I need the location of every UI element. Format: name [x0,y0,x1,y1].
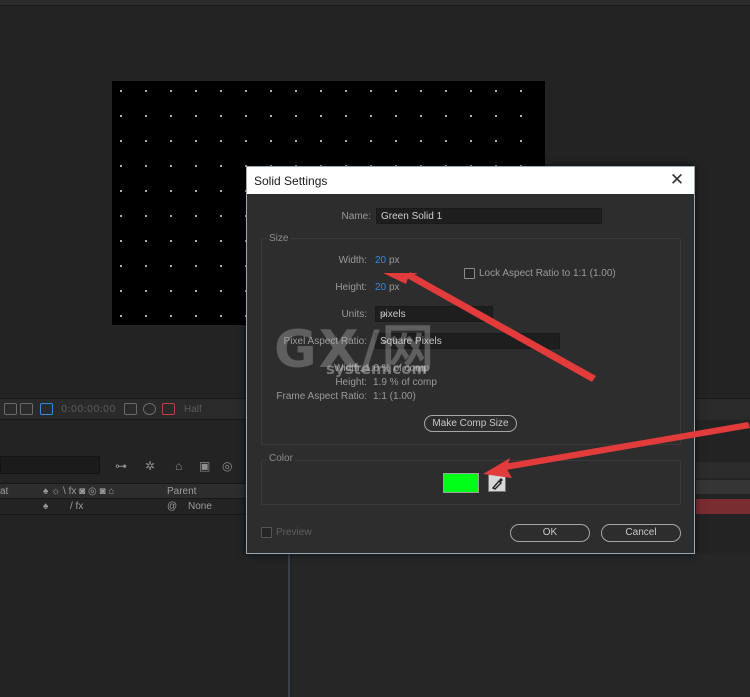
arrow-to-swatch [504,422,750,470]
watermark-domain: system.com [326,360,428,378]
